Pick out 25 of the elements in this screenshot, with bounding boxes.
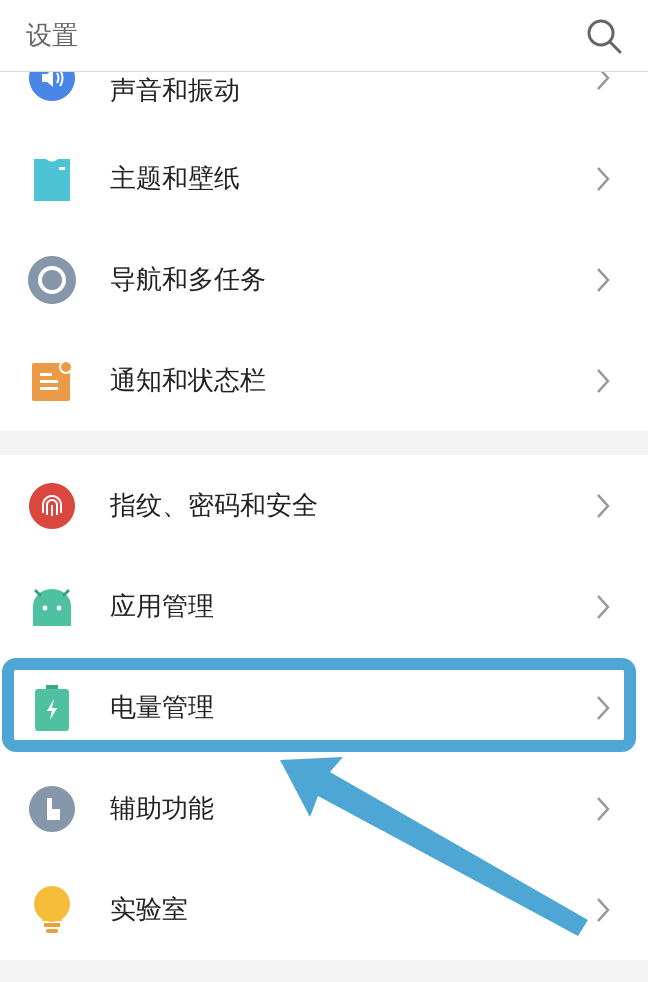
chevron-icon (596, 896, 610, 922)
fingerprint-icon (29, 482, 75, 528)
ring-icon (28, 256, 76, 304)
item-label: 通知和状态栏 (110, 364, 267, 397)
chevron-icon (596, 492, 610, 518)
item-label: 声音和振动 (110, 74, 241, 107)
item-label: 主题和壁纸 (110, 162, 241, 195)
chevron-icon (596, 594, 610, 620)
page-title: 设置 (26, 19, 78, 52)
chevron-icon (596, 796, 610, 822)
chevron-icon (596, 368, 610, 394)
item-label: 应用管理 (110, 590, 215, 623)
shirt-icon (32, 156, 72, 200)
chevron-icon (596, 72, 610, 90)
item-label: 导航和多任务 (110, 263, 267, 296)
item-label: 实验室 (110, 893, 189, 926)
item-label: 电量管理 (110, 691, 215, 724)
item-label: 指纹、密码和安全 (110, 489, 319, 522)
chevron-icon (596, 266, 610, 292)
item-label: 辅助功能 (110, 792, 215, 825)
chevron-icon (596, 694, 610, 720)
battery-icon (34, 684, 70, 730)
lightbulb-icon (32, 884, 72, 934)
search-icon[interactable] (586, 18, 622, 54)
chevron-icon (596, 166, 610, 192)
